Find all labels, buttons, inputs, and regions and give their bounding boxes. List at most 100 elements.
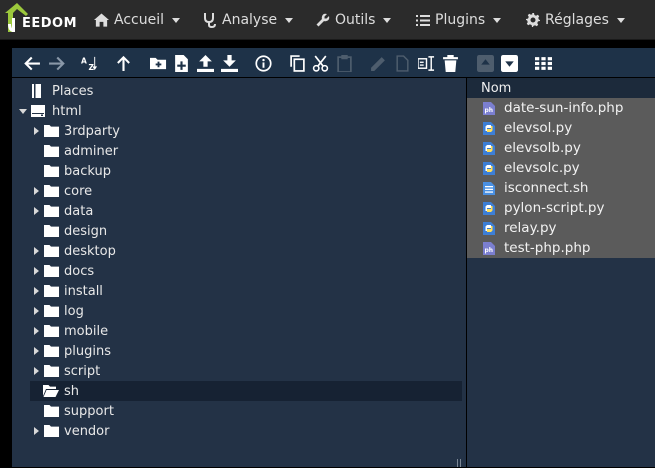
new-file-button[interactable] [170,52,192,74]
expand-toggle[interactable] [31,306,41,316]
caret-right-icon [33,347,39,355]
file-list-panel: Nom ph date-sun-info.php elevsol.py elevsol… [467,78,655,467]
tree-folder-row[interactable]: support [12,401,466,421]
expand-toggle[interactable] [31,126,41,136]
back-button[interactable] [21,52,43,74]
new-folder-button[interactable] [147,52,169,74]
expand-toggle[interactable] [31,286,41,296]
expand-toggle[interactable] [31,246,41,256]
folder-icon [43,324,59,338]
tree-folder-row[interactable]: backup [12,161,466,181]
tree-item-places[interactable]: Places [12,81,466,101]
logo-text: EEDOM [22,16,78,31]
tree-folder-row[interactable]: plugins [12,341,466,361]
file-row[interactable]: isconnect.sh [467,178,655,198]
resize-grip[interactable] [457,459,461,467]
tree-folder-row[interactable]: desktop [12,241,466,261]
file-row[interactable]: elevsolb.py [467,138,655,158]
archive-button[interactable] [498,52,520,74]
file-row[interactable]: elevsol.py [467,118,655,138]
tree-folder-row[interactable]: design [12,221,466,241]
copy-button[interactable] [286,52,308,74]
forward-button[interactable] [45,52,67,74]
upload-button[interactable] [194,52,216,74]
tree-folder-row[interactable]: 3rdparty [12,121,466,141]
expand-toggle[interactable] [31,206,41,216]
file-row[interactable]: elevsolc.py [467,158,655,178]
tree-item-html[interactable]: html [12,101,466,121]
nav-outils-label: Outils [335,12,376,28]
tree-folder-row[interactable]: adminer [12,141,466,161]
expand-toggle[interactable] [31,426,41,436]
chevron-down-icon [616,17,625,23]
nav-plugins[interactable]: Plugins [416,0,502,40]
jeedom-logo[interactable]: EEDOM [2,2,78,36]
cut-button[interactable] [309,52,331,74]
tree-folder-row[interactable]: vendor [12,421,466,441]
nav-accueil[interactable]: Accueil [94,0,180,40]
tree-folder-row[interactable]: docs [12,261,466,281]
expand-toggle[interactable] [31,326,41,336]
collapse-toggle[interactable] [18,106,28,116]
expand-toggle[interactable] [31,366,41,376]
file-name: test-php.php [504,240,591,256]
chevron-down-icon [383,17,392,23]
download-button[interactable] [218,52,240,74]
tree-folder-row[interactable]: install [12,281,466,301]
expand-toggle[interactable] [31,266,41,276]
nav-analyse[interactable]: Analyse [203,0,294,40]
file-row[interactable]: relay.py [467,218,655,238]
file-name: elevsol.py [504,120,573,136]
nav-outils[interactable]: Outils [316,0,392,40]
edit-button[interactable] [367,52,389,74]
paste-icon [336,54,352,72]
parent-folder-button[interactable] [112,52,134,74]
tree-folder-row[interactable]: core [12,181,466,201]
php-file-icon: ph [483,101,495,115]
tree-folder-row[interactable]: mobile [12,321,466,341]
expand-toggle[interactable] [31,186,41,196]
home-icon [94,13,109,27]
tree-folder-row[interactable]: data [12,201,466,221]
python-file-icon [483,141,495,155]
bookmark-icon [29,84,45,98]
tree-folder-row[interactable]: sh [30,381,462,401]
forward-arrow-icon [48,56,65,70]
tree-folder-label: install [64,283,103,299]
rename-button[interactable] [415,52,437,74]
tree-folder-label: mobile [64,323,109,339]
new-folder-icon [149,57,166,69]
script-file-icon [483,181,495,195]
file-row[interactable]: ph date-sun-info.php [467,98,655,118]
extract-button[interactable] [474,52,496,74]
folder-icon [43,264,59,278]
delete-button[interactable] [439,52,461,74]
sort-button[interactable]: AZ [78,52,100,74]
tree-folder-row[interactable]: script [12,361,466,381]
file-row[interactable]: pylon-script.py [467,198,655,218]
folder-icon [43,184,59,198]
info-icon [254,54,272,72]
archive-icon [500,54,518,72]
caret-right-icon [33,307,39,315]
cut-icon [312,55,328,72]
info-button[interactable] [252,52,274,74]
grid-view-button[interactable] [532,52,554,74]
file-name: pylon-script.py [504,200,605,216]
column-header-name[interactable]: Nom [467,78,655,98]
file-row[interactable]: ph test-php.php [467,238,655,258]
caret-right-icon [33,187,39,195]
paste-button[interactable] [333,52,355,74]
folder-icon [43,344,59,358]
sort-az-icon: AZ [81,56,97,72]
top-navbar: EEDOM Accueil Analyse Outils Plugins Rég… [0,0,655,40]
nav-reglages[interactable]: Réglages [526,0,625,40]
caret-right-icon [33,427,39,435]
delete-icon [442,54,458,72]
folder-icon [43,404,59,418]
new-file-icon [174,54,188,72]
tree-folder-label: log [64,303,84,319]
tree-folder-row[interactable]: log [12,301,466,321]
expand-toggle[interactable] [31,346,41,356]
duplicate-button[interactable] [391,52,413,74]
